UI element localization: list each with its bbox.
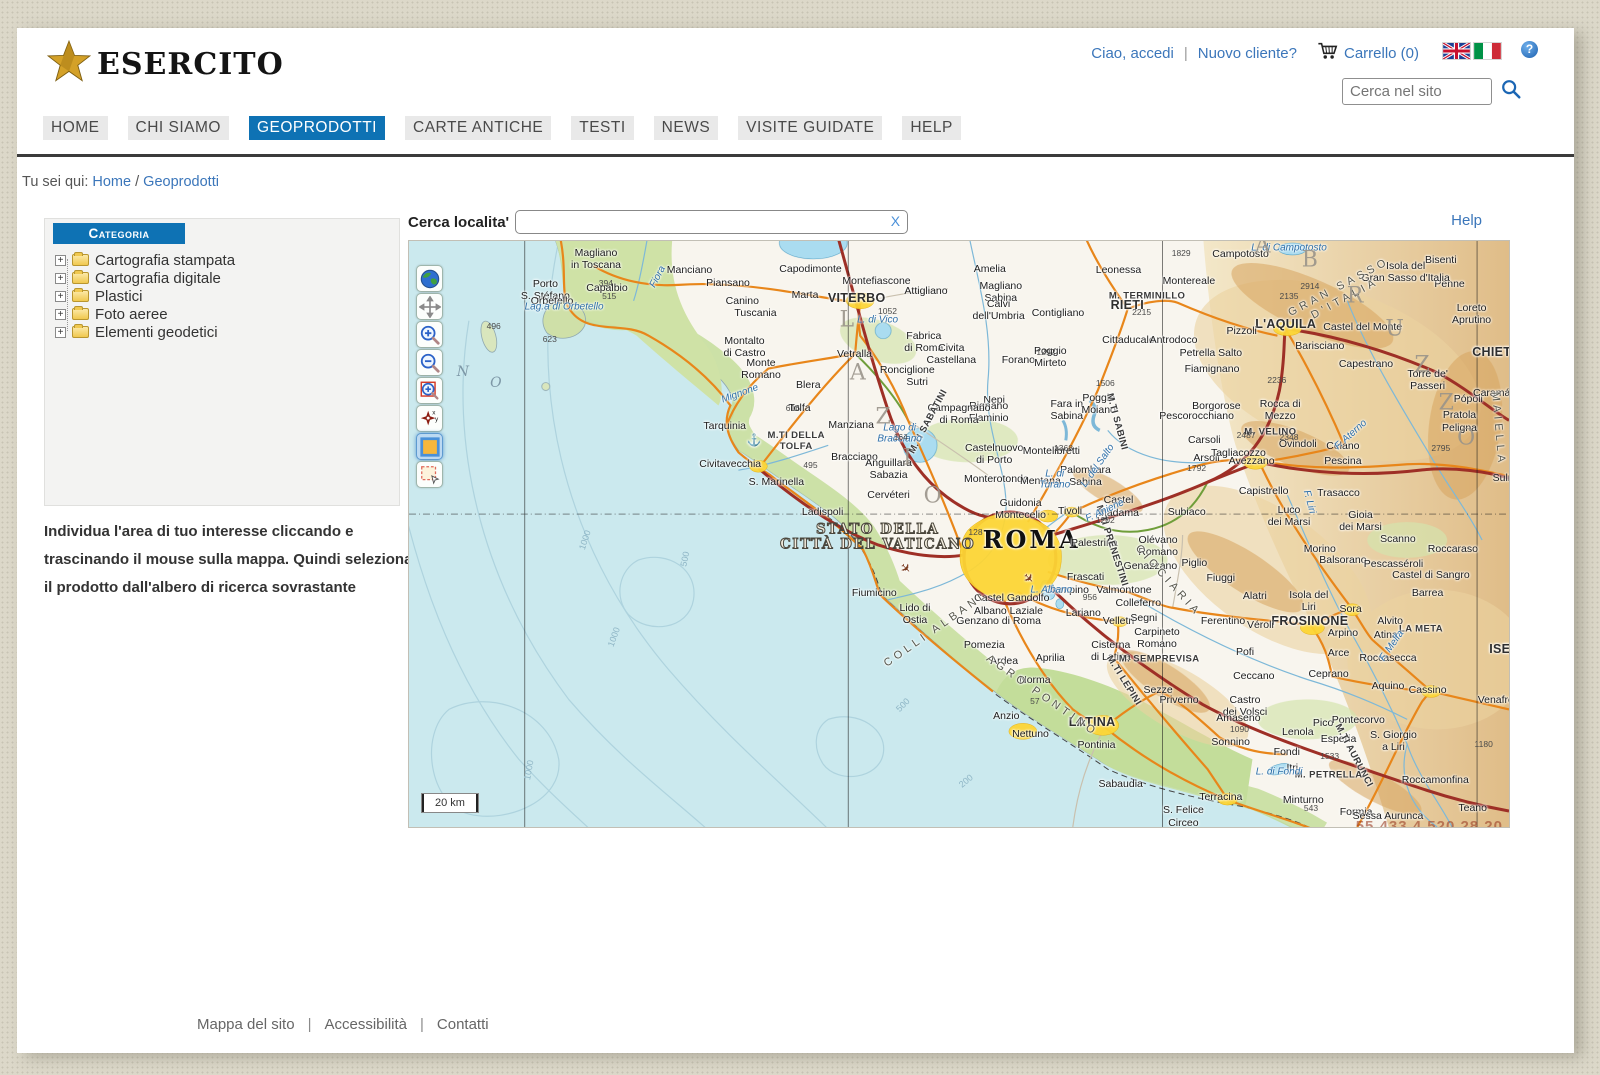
cart-label[interactable]: Carrello (0) [1344,45,1419,62]
divider: | [1184,45,1188,62]
cart-button[interactable]: Carrello (0) [1317,40,1419,66]
star-icon [47,40,91,89]
category-tree: Cartografia stampataCartografia digitale… [55,251,391,341]
divider: | [308,1016,312,1033]
footer-link-accessibilità[interactable]: Accessibilità [324,1016,407,1033]
zoom-box-tool-icon[interactable] [416,377,443,404]
pan-tool-icon[interactable] [416,293,443,320]
breadcrumb-home-link[interactable]: Home [92,174,131,190]
folder-icon [72,308,89,320]
breadcrumb: Tu sei qui: Home / Geoprodotti [22,174,219,190]
category-header: Categoria [53,223,185,244]
login-link[interactable]: Ciao, accedi [1091,45,1174,62]
folder-icon [72,272,89,284]
locality-search-input[interactable] [515,210,908,234]
footer-link-contatti[interactable]: Contatti [437,1016,489,1033]
nav-tab-visite-guidate[interactable]: VISITE GUIDATE [738,116,882,140]
instruction-text: Individua l'area di tuo interesse clicca… [44,518,420,601]
language-switch [1443,43,1501,63]
footer-link-mappa-del-sito[interactable]: Mappa del sito [197,1016,295,1033]
logo: ESERCITO [47,40,284,89]
tree-item-label: Cartografia digitale [95,270,221,287]
map-base-art [409,241,1509,827]
zoom-world-tool-icon[interactable] [416,265,443,292]
site-search-input[interactable] [1342,78,1492,105]
tree-item-label: Plastici [95,288,143,305]
area-select-tool-icon[interactable] [416,461,443,488]
coordinates-xy-tool-icon[interactable]: xy [416,405,443,432]
tree-item-foto-aeree[interactable]: Foto aeree [55,305,391,323]
divider: | [420,1016,424,1033]
tree-item-plastici[interactable]: Plastici [55,287,391,305]
breadcrumb-current-link[interactable]: Geoprodotti [143,174,219,190]
tree-item-label: Cartografia stampata [95,252,235,269]
nav-rule [17,154,1574,157]
nav-tab-testi[interactable]: TESTI [571,116,633,140]
site-search [1342,78,1522,105]
expand-plus-icon[interactable] [55,255,66,266]
map-canvas[interactable]: VITERBORIETIL'AQUILACHIETIFROSINONELATIN… [408,240,1510,828]
uk-flag-icon[interactable] [1443,43,1470,63]
expand-plus-icon[interactable] [55,291,66,302]
folder-icon [72,326,89,338]
nav-tab-carte-antiche[interactable]: CARTE ANTICHE [405,116,551,140]
svg-text:y: y [435,415,439,422]
user-bar: Ciao, accedi | Nuovo cliente? Carrello (… [1091,40,1538,66]
locality-search-label: Cerca localita' [408,214,509,231]
folder-icon [72,254,89,266]
scale-bar: 20 km [421,793,479,813]
zoom-out-tool-icon[interactable] [416,349,443,376]
breadcrumb-separator: / [135,174,139,190]
tree-item-label: Foto aeree [95,306,168,323]
tree-item-cartografia-digitale[interactable]: Cartografia digitale [55,269,391,287]
logo-text: ESERCITO [97,47,284,82]
map-toolbar: xy [416,265,443,488]
expand-plus-icon[interactable] [55,309,66,320]
category-panel: Categoria Cartografia stampataCartografi… [44,218,400,506]
zoom-in-tool-icon[interactable] [416,321,443,348]
tree-item-label: Elementi geodetici [95,324,218,341]
tree-item-cartografia-stampata[interactable]: Cartografia stampata [55,251,391,269]
page-card: ESERCITO Ciao, accedi | Nuovo cliente? C… [17,28,1574,1053]
breadcrumb-prefix: Tu sei qui: [22,174,88,190]
expand-plus-icon[interactable] [55,273,66,284]
coordinates-readout: 55.433 4.520 28.20 [1356,818,1503,828]
nav-tab-chi-siamo[interactable]: CHI SIAMO [128,116,229,140]
nav-tab-news[interactable]: NEWS [654,116,719,140]
nav-tab-help[interactable]: HELP [902,116,961,140]
search-icon[interactable] [1500,78,1522,105]
map-search-row: Cerca localita' X Help [408,210,1510,234]
help-bubble-icon[interactable]: ? [1521,41,1538,58]
clear-search-icon[interactable]: X [891,213,900,229]
map-help-link[interactable]: Help [1451,212,1482,229]
extent-select-tool-icon[interactable] [416,433,443,460]
italy-flag-icon[interactable] [1474,43,1501,63]
new-client-link[interactable]: Nuovo cliente? [1198,45,1297,62]
main-nav: HOME CHI SIAMO GEOPRODOTTI CARTE ANTICHE TES… [43,116,961,140]
tree-item-elementi-geodetici[interactable]: Elementi geodetici [55,323,391,341]
nav-tab-home[interactable]: HOME [43,116,108,140]
folder-icon [72,290,89,302]
cart-icon [1317,40,1339,66]
nav-tab-geoprodotti[interactable]: GEOPRODOTTI [249,116,385,140]
footer-links: Mappa del sito | Accessibilità | Contatti [197,1016,489,1033]
expand-plus-icon[interactable] [55,327,66,338]
